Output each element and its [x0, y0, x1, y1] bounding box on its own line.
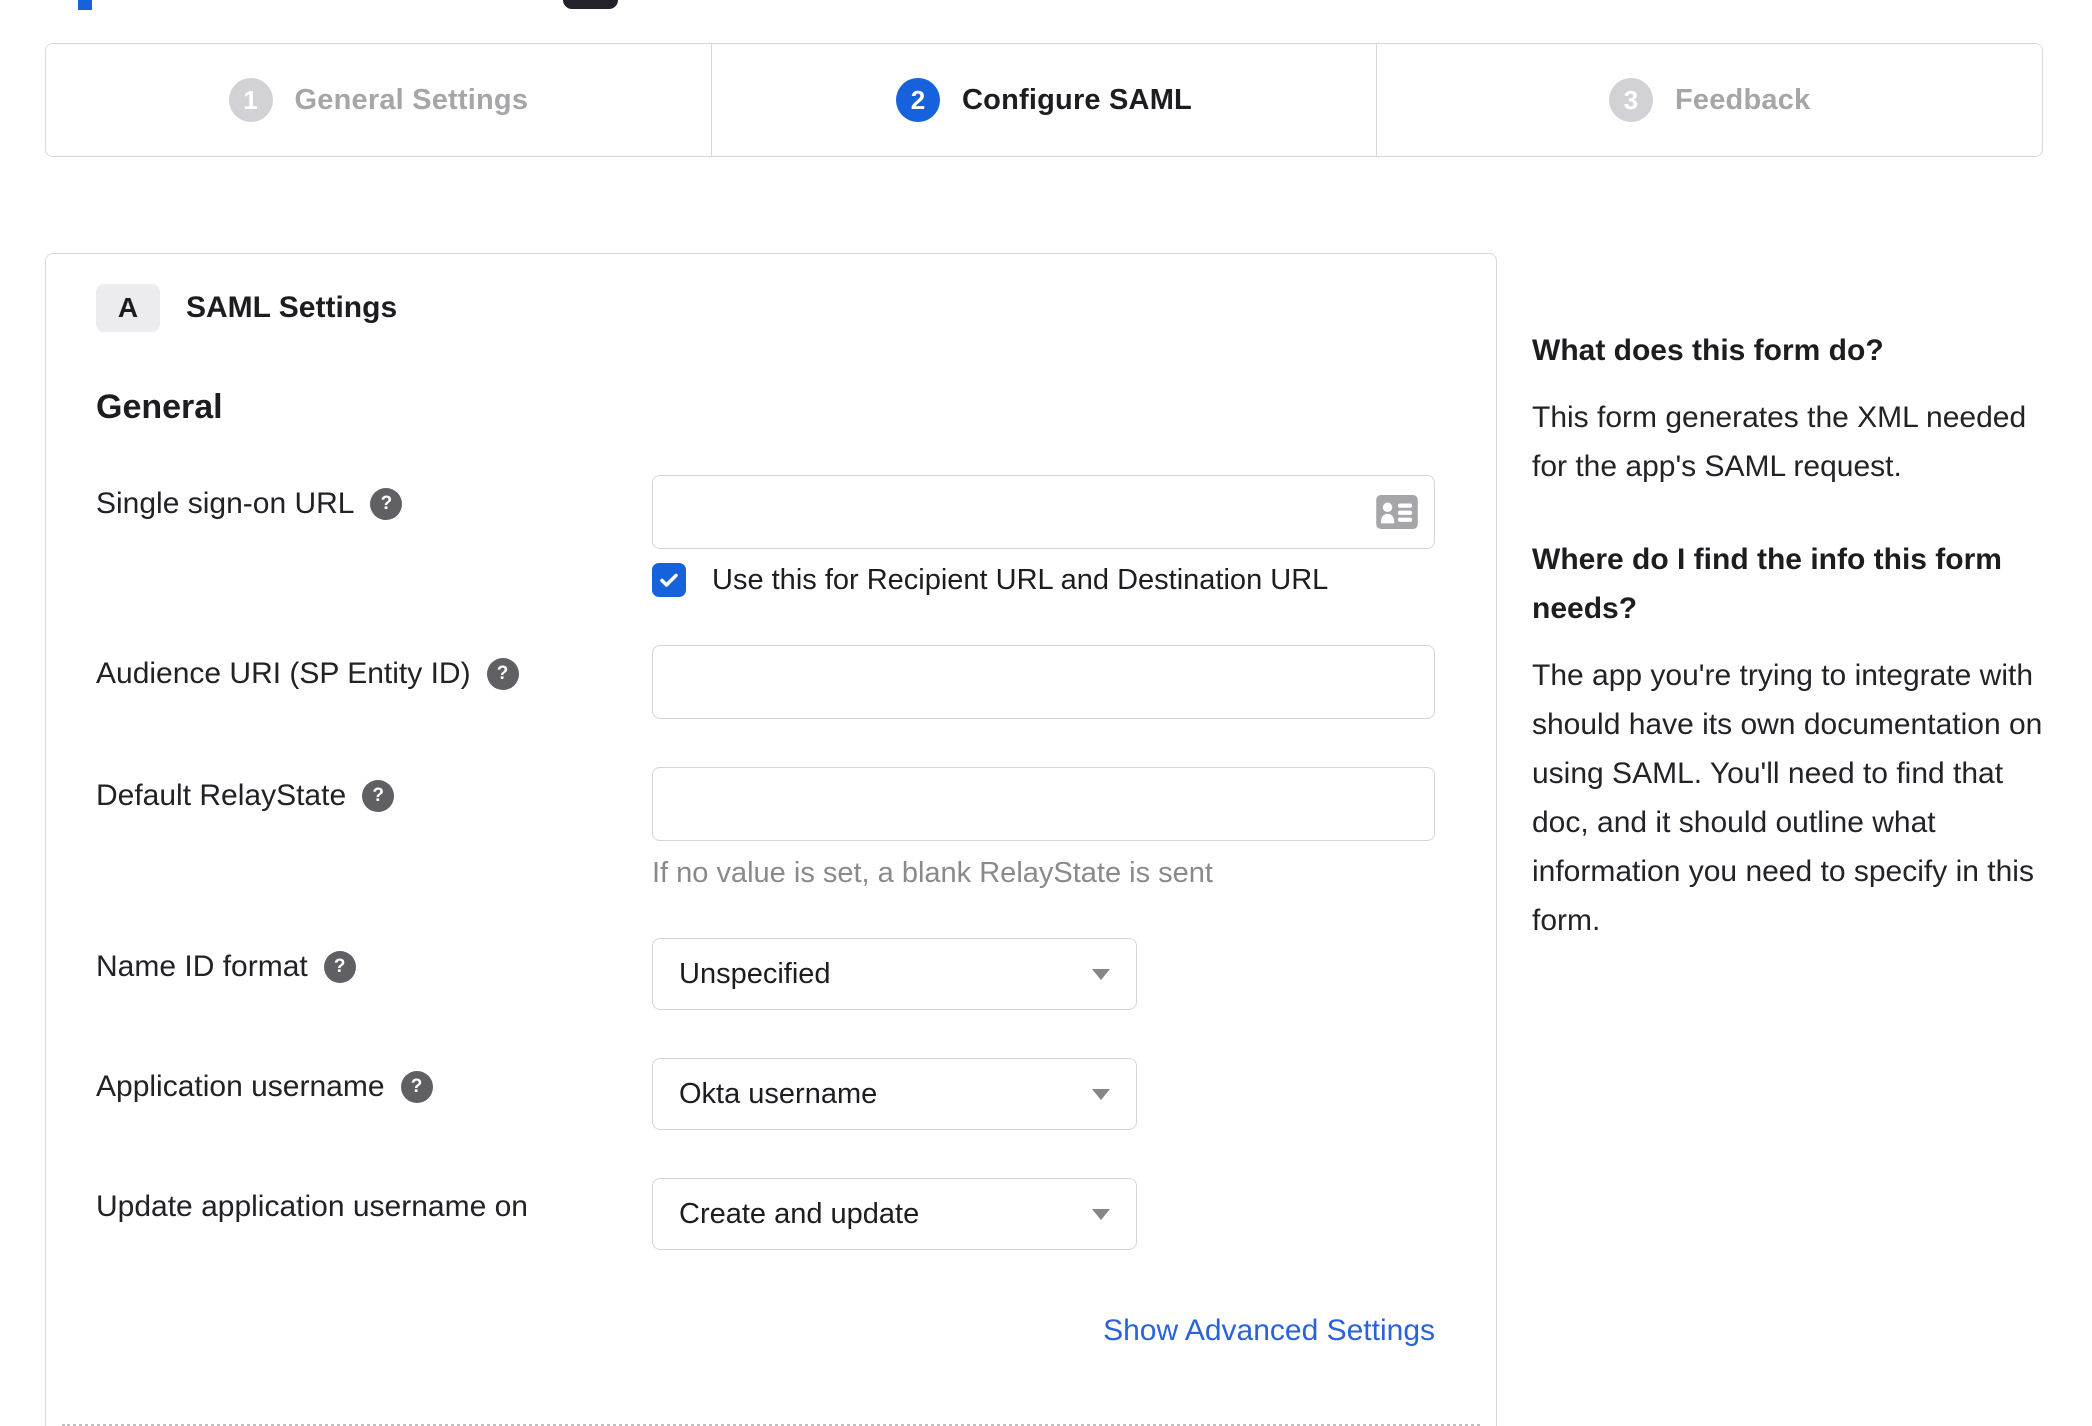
name-id-format-control: Unspecified [652, 938, 1435, 1010]
update-username-on-label: Update application username on [96, 1178, 652, 1250]
step-3-circle: 3 [1608, 78, 1653, 122]
chevron-down-icon [1092, 968, 1110, 980]
name-id-format-row: Name ID format ? Unspecified [96, 938, 1435, 1010]
application-username-select[interactable]: Okta username [652, 1058, 1137, 1130]
cropped-header-fragment [563, 0, 618, 9]
help-icon[interactable]: ? [323, 951, 356, 983]
name-id-format-label: Name ID format ? [96, 938, 652, 1010]
application-username-value: Okta username [679, 1077, 878, 1110]
default-relaystate-input[interactable] [652, 767, 1435, 841]
chevron-down-icon [1092, 1088, 1110, 1100]
update-username-on-row: Update application username on Create an… [96, 1178, 1435, 1250]
recipient-url-checkbox-label: Use this for Recipient URL and Destinati… [712, 563, 1329, 596]
help-heading-1: What does this form do? [1532, 334, 1884, 367]
step-3-label: Feedback [1674, 83, 1811, 116]
step-feedback[interactable]: 3 Feedback [1376, 44, 2042, 156]
help-icon[interactable]: ? [400, 1071, 433, 1103]
default-relaystate-label: Default RelayState ? [96, 767, 652, 890]
step-configure-saml[interactable]: 2 Configure SAML [710, 44, 1377, 156]
audience-uri-label: Audience URI (SP Entity ID) ? [96, 645, 652, 719]
help-icon[interactable]: ? [370, 488, 403, 520]
relaystate-hint: If no value is set, a blank RelayState i… [652, 857, 1213, 889]
update-username-on-control: Create and update [652, 1178, 1435, 1250]
panel-title: SAML Settings [186, 291, 398, 324]
step-1-label: General Settings [294, 83, 529, 116]
default-relaystate-label-text: Default RelayState [96, 779, 347, 812]
general-section-heading: General [96, 388, 223, 426]
default-relaystate-row: Default RelayState ? If no value is set,… [96, 767, 1435, 890]
name-id-format-label-text: Name ID format [96, 950, 308, 983]
help-sidebar: What does this form do? This form genera… [1532, 326, 2044, 989]
single-sign-on-url-label: Single sign-on URL ? [96, 475, 652, 597]
audience-uri-row: Audience URI (SP Entity ID) ? [96, 645, 1435, 719]
help-icon[interactable]: ? [486, 658, 519, 690]
update-username-on-select[interactable]: Create and update [652, 1178, 1137, 1250]
single-sign-on-url-input[interactable] [652, 475, 1435, 549]
show-advanced-settings-link[interactable]: Show Advanced Settings [1103, 1314, 1435, 1347]
advanced-settings-row: Show Advanced Settings [96, 1314, 1435, 1348]
help-icon[interactable]: ? [362, 780, 395, 812]
cropped-logo-fragment [78, 0, 92, 10]
name-id-format-value: Unspecified [679, 957, 831, 990]
update-username-on-value: Create and update [679, 1197, 920, 1230]
application-username-label-text: Application username [96, 1070, 385, 1103]
application-username-label: Application username ? [96, 1058, 652, 1130]
single-sign-on-url-control: Use this for Recipient URL and Destinati… [652, 475, 1435, 597]
chevron-down-icon [1092, 1208, 1110, 1220]
default-relaystate-control: If no value is set, a blank RelayState i… [652, 767, 1435, 890]
single-sign-on-url-row: Single sign-on URL ? Use this for Recipi… [96, 475, 1435, 597]
screen: 1 General Settings 2 Configure SAML 3 Fe… [0, 0, 2092, 1426]
wizard-stepper: 1 General Settings 2 Configure SAML 3 Fe… [45, 43, 2043, 157]
help-heading-2: Where do I find the info this form needs… [1532, 543, 2002, 625]
application-username-row: Application username ? Okta username [96, 1058, 1435, 1130]
application-username-control: Okta username [652, 1058, 1435, 1130]
audience-uri-control [652, 645, 1435, 719]
section-a-badge: A [96, 284, 160, 332]
step-general-settings[interactable]: 1 General Settings [46, 44, 711, 156]
panel-header: A SAML Settings [96, 284, 1435, 332]
saml-settings-panel: A SAML Settings General Single sign-on U… [45, 253, 1497, 1426]
help-body-1: This form generates the XML needed for t… [1532, 401, 2027, 483]
update-username-on-label-text: Update application username on [96, 1190, 528, 1223]
step-2-circle: 2 [896, 78, 941, 122]
name-id-format-select[interactable]: Unspecified [652, 938, 1137, 1010]
check-icon [660, 573, 678, 587]
help-body-2: The app you're trying to integrate with … [1532, 659, 2043, 937]
audience-uri-input[interactable] [652, 645, 1435, 719]
step-2-label: Configure SAML [962, 83, 1192, 116]
single-sign-on-url-label-text: Single sign-on URL [96, 487, 355, 520]
audience-uri-label-text: Audience URI (SP Entity ID) [96, 657, 471, 690]
recipient-url-checkbox-row: Use this for Recipient URL and Destinati… [652, 563, 1435, 597]
recipient-url-checkbox[interactable] [652, 563, 686, 597]
step-1-circle: 1 [228, 78, 273, 122]
contact-card-icon[interactable] [1376, 495, 1418, 529]
